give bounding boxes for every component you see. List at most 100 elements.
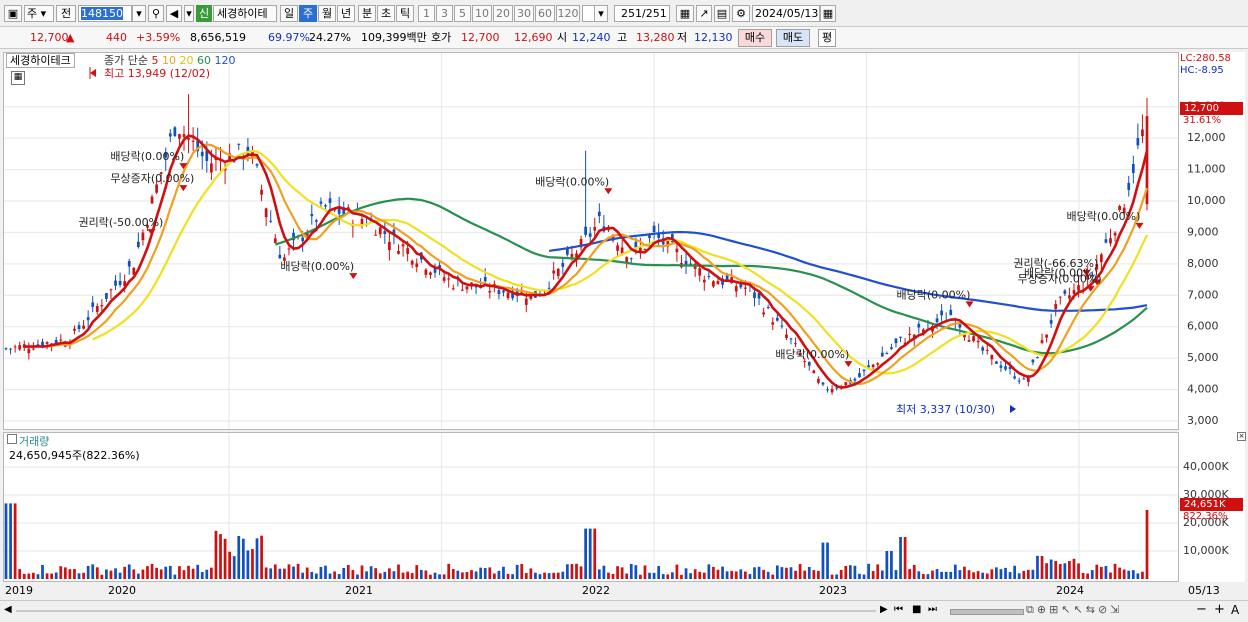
volume-bar	[990, 569, 994, 579]
volume-bar	[611, 573, 615, 579]
interval-20[interactable]: 20	[493, 5, 513, 22]
volume-bar	[575, 563, 578, 579]
period-select[interactable]: 주 ▾	[24, 5, 54, 22]
volume-bar	[365, 571, 368, 579]
tab-tick[interactable]: 틱	[396, 5, 414, 22]
volume-bar	[848, 565, 852, 579]
scroll-right-icon[interactable]: ▶	[880, 604, 888, 615]
interval-30[interactable]: 30	[514, 5, 534, 22]
volume-bar	[479, 567, 483, 579]
tab-year[interactable]: 년	[337, 5, 355, 22]
price-y-tick: 12,000	[1187, 131, 1226, 144]
ma-legend-120: 120	[214, 54, 236, 67]
volume-chart-pane[interactable]: 거래량 24,650,945주(822.36%)	[3, 432, 1179, 582]
sell-button[interactable]: 매도	[776, 29, 810, 47]
adjust-select[interactable]: 전	[56, 5, 76, 22]
settings-icon[interactable]: ⚙	[732, 5, 750, 22]
custom-interval-dropdown-icon[interactable]: ▾	[594, 5, 608, 22]
zoom-out-icon[interactable]: −	[1196, 602, 1207, 617]
candle-body	[1036, 357, 1039, 359]
price-y-tick: 5,000	[1187, 351, 1219, 364]
volume-bar	[1026, 569, 1030, 579]
scroll-left-icon[interactable]: ◀	[4, 604, 12, 615]
stock-type-badge: 신	[196, 5, 212, 22]
speaker-dropdown-icon[interactable]: ▾	[184, 5, 194, 22]
volume-bar	[292, 566, 295, 579]
interval-10[interactable]: 10	[472, 5, 492, 22]
candle-body	[232, 161, 236, 163]
interval-120[interactable]: 120	[556, 5, 580, 22]
volume-bar	[629, 563, 633, 579]
stop-icon[interactable]: ■	[912, 604, 921, 615]
volume-bar	[22, 573, 26, 579]
volume-bar	[689, 573, 692, 579]
candle-body	[629, 258, 633, 260]
volume-bar	[164, 566, 168, 579]
price-chart-pane[interactable]: 배당락(0.00%) 무상증자(0.00%) 권리락(-50.00%) 배당락(0.0…	[3, 52, 1179, 430]
tab-week[interactable]: 주	[299, 5, 317, 22]
volume-bar	[283, 568, 286, 579]
volume-bar	[1063, 563, 1067, 579]
volume-bar	[237, 536, 241, 579]
event-arrow-icon	[179, 185, 188, 192]
table-icon[interactable]: ▦	[11, 71, 25, 85]
first-page-icon[interactable]: ⏮	[894, 604, 903, 615]
calendar-icon[interactable]: ▦	[820, 5, 836, 22]
tab-month[interactable]: 월	[318, 5, 336, 22]
volume-bar	[483, 568, 487, 579]
candle-body	[168, 133, 172, 137]
volume-bar	[205, 569, 209, 579]
volume-bar	[392, 571, 396, 579]
chart-tools-icons[interactable]: ⧉⊕⊞↖↖⇆⊘⇲	[1026, 603, 1122, 617]
tab-second[interactable]: 초	[377, 5, 395, 22]
volume-bar	[301, 572, 305, 579]
volume-bar	[105, 569, 108, 579]
candle-body	[451, 288, 455, 290]
candle-body	[397, 250, 400, 254]
volume-bar	[885, 551, 889, 579]
zoom-in-icon[interactable]: +	[1214, 602, 1225, 617]
window-menu-icon[interactable]: ▣	[4, 5, 22, 22]
code-dropdown-icon[interactable]: ▾	[132, 5, 146, 22]
save-icon[interactable]: ▤	[714, 5, 730, 22]
candle-body	[597, 211, 601, 217]
date-input[interactable]: 2024/05/13	[752, 5, 820, 22]
volume-last: 24,650,945주(822.36%)	[9, 449, 140, 462]
pane-menu-icon[interactable]	[7, 434, 17, 444]
last-page-icon[interactable]: ⏭	[928, 604, 937, 615]
search-icon[interactable]: ⚲	[148, 5, 164, 22]
ask-price: 12,700	[461, 31, 500, 44]
buy-button[interactable]: 매수	[738, 29, 772, 47]
font-size-icon[interactable]: A	[1231, 603, 1239, 617]
zoom-slider[interactable]	[950, 609, 1024, 615]
volume-bar	[593, 528, 597, 579]
speaker-icon[interactable]: ◀	[166, 5, 182, 22]
horizontal-scrollbar[interactable]	[16, 610, 876, 612]
volume-bar	[319, 566, 323, 579]
candle-body	[675, 248, 679, 253]
lc-label: LC:280.58	[1180, 53, 1231, 64]
volume-bar	[1040, 555, 1044, 579]
tab-minute[interactable]: 분	[358, 5, 376, 22]
interval-5[interactable]: 5	[454, 5, 471, 22]
candle-body	[73, 328, 76, 331]
volume-pane-close-icon[interactable]: ×	[1237, 432, 1246, 441]
tab-day[interactable]: 일	[280, 5, 298, 22]
volume-bar	[45, 573, 49, 579]
volume-bar	[748, 574, 752, 579]
stock-name[interactable]: 세경하이테	[213, 5, 277, 22]
draw-tool-icon[interactable]: ↗	[696, 5, 712, 22]
stock-code-input[interactable]: 148150	[78, 5, 132, 22]
candle-body	[401, 244, 405, 247]
interval-3[interactable]: 3	[436, 5, 453, 22]
evaluate-button[interactable]: 평	[818, 29, 836, 47]
volume-bar	[232, 556, 236, 579]
count-field[interactable]: 251/251	[614, 5, 670, 22]
volume-bar	[981, 572, 985, 579]
volume-bar	[597, 569, 601, 579]
grid-icon[interactable]: ▦	[676, 5, 694, 22]
interval-1[interactable]: 1	[418, 5, 435, 22]
candle-body	[141, 232, 145, 241]
interval-60[interactable]: 60	[535, 5, 555, 22]
count-current: 251	[621, 7, 642, 20]
